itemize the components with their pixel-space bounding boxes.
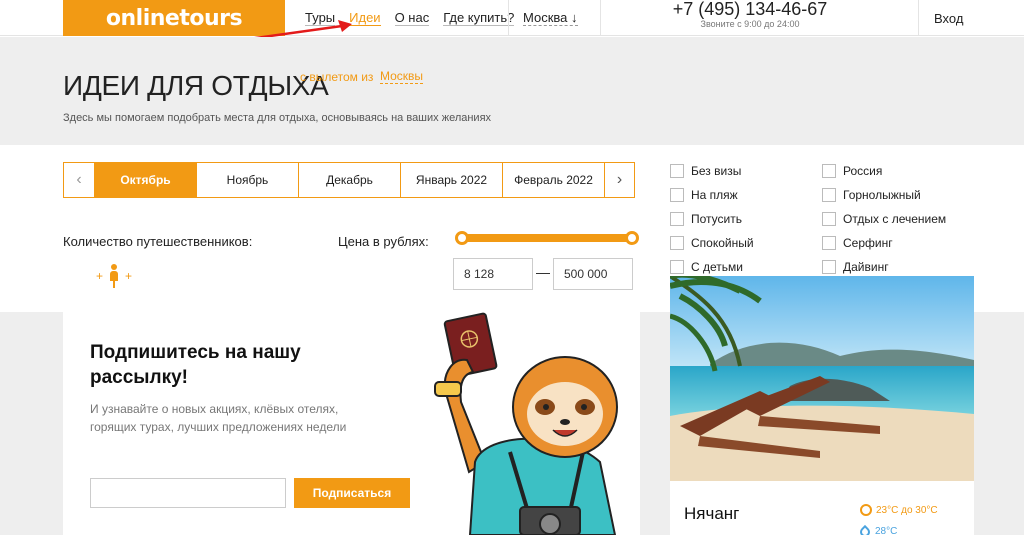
newsletter-description: И узнавайте о новых акциях, клёвых отеля… xyxy=(90,402,347,434)
add-traveler-button[interactable]: + xyxy=(125,269,132,283)
page-title: ИДЕИ ДЛЯ ОТДЫХА xyxy=(63,70,329,101)
water-temp-value: 28°C xyxy=(875,526,898,535)
filter-label: Серфинг xyxy=(843,236,893,250)
month-tab[interactable]: Октябрь xyxy=(94,163,196,197)
price-max-handle[interactable] xyxy=(625,231,639,245)
filter-label: Без визы xyxy=(691,164,742,178)
email-input[interactable] xyxy=(90,478,286,508)
price-slider-track xyxy=(461,234,633,242)
travelers-control: + + xyxy=(96,264,132,288)
filter-checkbox[interactable]: Дайвинг xyxy=(822,260,889,274)
air-temp-value: 23°C до 30°C xyxy=(876,504,938,516)
nav-about[interactable]: О нас xyxy=(394,10,430,26)
hero-subtitle: Здесь мы помогаем подобрать места для от… xyxy=(63,112,492,124)
filter-label: Горнолыжный xyxy=(843,188,921,202)
water-temperature: 28°C xyxy=(857,524,898,535)
filter-label: Отдых с лечением xyxy=(843,212,947,226)
departure-city-link[interactable]: Москвы xyxy=(380,69,424,84)
sun-icon xyxy=(860,504,872,516)
travelers-label: Количество путешественников: xyxy=(63,234,253,249)
nav-ideas[interactable]: Идеи xyxy=(349,10,381,26)
site-header: onlinetours Туры Идеи О нас Где купить? … xyxy=(0,0,1024,36)
nav-where-to-buy[interactable]: Где купить? xyxy=(443,10,515,26)
header-divider xyxy=(600,0,601,36)
water-drop-icon xyxy=(857,524,873,535)
filter-checkbox[interactable]: Без визы xyxy=(670,164,741,178)
sloth-mascot-illustration xyxy=(434,312,618,535)
month-tab[interactable]: Январь 2022 xyxy=(400,163,502,197)
destination-name: Нячанг xyxy=(684,504,740,523)
filter-label: Потусить xyxy=(691,212,742,226)
person-icon xyxy=(109,264,119,288)
beach-photo xyxy=(670,276,974,481)
header-divider xyxy=(918,0,919,36)
chevron-left-icon[interactable]: ‹ xyxy=(64,163,94,197)
hero-section: ИДЕИ ДЛЯ ОТДЫХА с вылетом из Москвы Здес… xyxy=(0,37,1024,145)
filter-checkbox[interactable]: С детьми xyxy=(670,260,743,274)
main-nav: Туры Идеи О нас Где купить? xyxy=(305,0,528,36)
phone-hours: Звоните с 9:00 до 24:00 xyxy=(700,19,800,29)
air-temperature: 23°C до 30°C xyxy=(860,504,938,516)
price-range-dash xyxy=(536,273,550,274)
header-divider xyxy=(508,0,509,36)
nav-tours[interactable]: Туры xyxy=(305,10,336,26)
filter-checkbox[interactable]: Потусить xyxy=(670,212,742,226)
price-min-input[interactable]: 8 128 xyxy=(453,258,533,290)
login-link[interactable]: Вход xyxy=(934,0,963,36)
month-tab[interactable]: Декабрь xyxy=(298,163,400,197)
filter-label: Дайвинг xyxy=(843,260,889,274)
filter-label: С детьми xyxy=(691,260,743,274)
price-label: Цена в рублях: xyxy=(338,234,429,249)
filter-label: Россия xyxy=(843,164,883,178)
remove-traveler-button[interactable]: + xyxy=(96,269,103,283)
site-logo[interactable]: onlinetours xyxy=(63,0,285,36)
filter-label: Спокойный xyxy=(691,236,754,250)
filter-checkbox[interactable]: Спокойный xyxy=(670,236,754,250)
departure-label: с вылетом из xyxy=(300,70,374,84)
newsletter-card: Подпишитесь на нашу рассылку! И узнавайт… xyxy=(63,312,640,535)
phone-number[interactable]: +7 (495) 134-46-67 xyxy=(640,0,860,18)
month-tab[interactable]: Ноябрь xyxy=(196,163,298,197)
subscribe-button[interactable]: Подписаться xyxy=(294,478,410,508)
filter-checkbox[interactable]: Отдых с лечением xyxy=(822,212,946,226)
month-selector: ‹ Октябрь Ноябрь Декабрь Январь 2022 Фев… xyxy=(63,162,635,198)
filter-label: На пляж xyxy=(691,188,738,202)
month-tab[interactable]: Февраль 2022 xyxy=(502,163,604,197)
destination-card[interactable]: Нячанг 23°C до 30°C 28°C xyxy=(670,276,974,535)
price-slider[interactable] xyxy=(455,231,640,246)
filter-checkbox[interactable]: На пляж xyxy=(670,188,738,202)
price-max-input[interactable]: 500 000 xyxy=(553,258,633,290)
price-min-handle[interactable] xyxy=(455,231,469,245)
filter-checkbox[interactable]: Россия xyxy=(822,164,882,178)
newsletter-title: Подпишитесь на нашу рассылку! xyxy=(90,342,301,388)
filter-checkbox[interactable]: Серфинг xyxy=(822,236,893,250)
city-selector[interactable]: Москва ↓ xyxy=(523,0,578,36)
city-label: Москва ↓ xyxy=(523,9,578,26)
filter-checkbox[interactable]: Горнолыжный xyxy=(822,188,921,202)
chevron-right-icon[interactable]: › xyxy=(604,163,634,197)
phone-block: +7 (495) 134-46-67 Звоните с 9:00 до 24:… xyxy=(640,0,860,30)
